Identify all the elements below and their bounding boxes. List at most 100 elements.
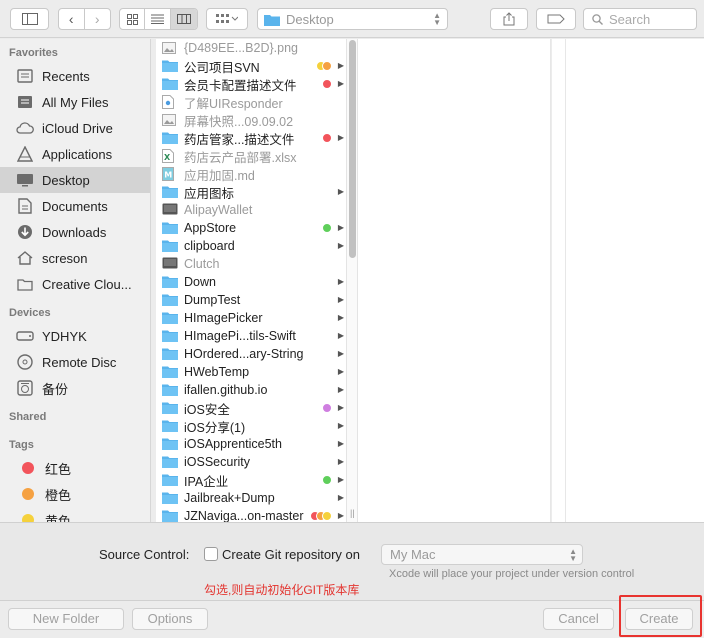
tag-color-dot [322, 475, 332, 485]
file-row[interactable]: iOSApprentice5th ▶ [156, 435, 346, 453]
list-view-button[interactable] [145, 9, 171, 29]
file-name: HWebTemp [184, 365, 250, 379]
file-row[interactable]: IPA企业 ▶ [156, 471, 346, 489]
file-row[interactable]: 公司项目SVN ▶ [156, 57, 346, 75]
updown-chevron-icon: ▲ ▼ [569, 547, 577, 563]
scrollbar-thumb[interactable] [349, 40, 356, 258]
new-folder-button[interactable]: New Folder [8, 608, 124, 630]
disclosure-arrow-icon: ▶ [337, 475, 344, 484]
file-row[interactable]: {D489EE...B2D}.png [156, 39, 346, 57]
file-row[interactable]: HImagePi...tils-Swift ▶ [156, 327, 346, 345]
file-row[interactable]: M 应用加固.md [156, 165, 346, 183]
disclosure-arrow-icon: ▶ [337, 385, 344, 394]
sidebar-tag-label: 黄色 [45, 513, 72, 523]
file-row[interactable]: AlipayWallet [156, 201, 346, 219]
sidebar-item-devices-1[interactable]: Remote Disc [0, 349, 150, 375]
sidebar-item-label: Documents [42, 198, 108, 214]
cancel-button[interactable]: Cancel [543, 608, 614, 630]
recents-icon [16, 67, 34, 85]
file-column: {D489EE...B2D}.png 公司项目SVN ▶ 会员卡配置描述文件 ▶ 了解UI… [156, 39, 346, 522]
search-field[interactable]: Search [583, 8, 697, 30]
folder-icon [162, 509, 178, 522]
sidebar-tag-label: 橙色 [45, 487, 72, 503]
icon-view-button[interactable] [120, 9, 146, 29]
sidebar-toggle-button[interactable] [10, 8, 49, 30]
git-location-popup[interactable]: My Mac ▲ ▼ [381, 544, 583, 565]
file-name: ifallen.github.io [184, 383, 268, 397]
file-row[interactable]: ifallen.github.io ▶ [156, 381, 346, 399]
file-row[interactable]: Clutch [156, 255, 346, 273]
sidebar-item-label: 备份 [42, 381, 69, 397]
source-control-hint: Xcode will place your project under vers… [389, 568, 635, 580]
file-name: 屏幕快照...09.09.02 [184, 114, 294, 129]
file-row[interactable]: clipboard ▶ [156, 237, 346, 255]
sidebar-item-favorites-3[interactable]: Applications [0, 141, 150, 167]
folder-icon [162, 185, 178, 199]
chevron-right-icon: › [94, 11, 100, 27]
folder-icon [162, 59, 178, 73]
column-view-button[interactable] [170, 9, 197, 29]
arrange-button[interactable] [206, 8, 248, 30]
file-row[interactable]: X 药店云产品部署.xlsx [156, 147, 346, 165]
sidebar-item-favorites-5[interactable]: Documents [0, 193, 150, 219]
folder-icon [162, 221, 178, 235]
sidebar-tag-0[interactable]: 红色 [0, 455, 150, 481]
file-row[interactable]: iOSSecurity ▶ [156, 453, 346, 471]
sidebar-item-devices-0[interactable]: YDHYK [0, 323, 150, 349]
folder-icon [162, 365, 178, 379]
tags-list: 红色橙色黄色 [0, 455, 150, 522]
disclosure-arrow-icon: ▶ [337, 439, 344, 448]
file-row[interactable]: HImagePicker ▶ [156, 309, 346, 327]
sidebar-item-favorites-6[interactable]: Downloads [0, 219, 150, 245]
file-row[interactable]: HWebTemp ▶ [156, 363, 346, 381]
tag-button[interactable] [536, 8, 576, 30]
file-row[interactable]: HOrdered...ary-String ▶ [156, 345, 346, 363]
sidebar-item-favorites-1[interactable]: All My Files [0, 89, 150, 115]
columns-icon [176, 14, 191, 24]
tag-color-dot [22, 462, 34, 474]
file-name: {D489EE...B2D}.png [184, 41, 298, 55]
file-row[interactable]: 应用图标 ▶ [156, 183, 346, 201]
sidebar-tag-2[interactable]: 黄色 [0, 507, 150, 522]
file-row[interactable]: 会员卡配置描述文件 ▶ [156, 75, 346, 93]
back-button[interactable]: ‹ [59, 9, 85, 29]
sidebar-item-favorites-8[interactable]: Creative Clou... [0, 271, 150, 297]
sidebar-item-favorites-2[interactable]: iCloud Drive [0, 115, 150, 141]
forward-button[interactable]: › [85, 9, 110, 29]
file-name: Clutch [184, 257, 220, 271]
file-row[interactable]: JZNaviga...on-master ▶ [156, 507, 346, 522]
favorites-list: Recents All My Files iCloud Drive Applicati… [0, 63, 150, 297]
sidebar-item-favorites-0[interactable]: Recents [0, 63, 150, 89]
column-resize-grip[interactable]: || [350, 508, 355, 518]
location-popup[interactable]: Desktop ▲ ▼ [257, 8, 448, 30]
chevron-left-icon: ‹ [68, 11, 74, 27]
file-row[interactable]: iOS分享(1) ▶ [156, 417, 346, 435]
file-name: Jailbreak+Dump [184, 491, 275, 505]
empty-column-2 [358, 39, 551, 522]
folder-icon [162, 77, 178, 91]
options-button[interactable]: Options [132, 608, 208, 630]
share-button[interactable] [490, 8, 528, 30]
sidebar-tag-1[interactable]: 橙色 [0, 481, 150, 507]
file-row[interactable]: DumpTest ▶ [156, 291, 346, 309]
disclosure-arrow-icon: ▶ [337, 277, 344, 286]
disclosure-arrow-icon: ▶ [337, 241, 344, 250]
tag-color-dot [322, 403, 332, 413]
sidebar-item-favorites-4[interactable]: Desktop [0, 167, 150, 193]
file-column-scrollbar[interactable] [346, 39, 358, 522]
file-row[interactable]: iOS安全 ▶ [156, 399, 346, 417]
create-git-label[interactable]: Create Git repository on [222, 547, 360, 562]
section-shared: Shared [9, 411, 47, 423]
section-tags: Tags [9, 439, 34, 451]
file-row[interactable]: Jailbreak+Dump ▶ [156, 489, 346, 507]
folder-icon [162, 347, 178, 361]
sidebar-item-devices-2[interactable]: 备份 [0, 375, 150, 401]
file-row[interactable]: Down ▶ [156, 273, 346, 291]
sidebar: Favorites Recents All My Files iCloud Driv… [0, 39, 151, 522]
file-row[interactable]: AppStore ▶ [156, 219, 346, 237]
sidebar-item-favorites-7[interactable]: screson [0, 245, 150, 271]
file-row[interactable]: 了解UIResponder [156, 93, 346, 111]
file-row[interactable]: 药店管家...描述文件 ▶ [156, 129, 346, 147]
file-row[interactable]: 屏幕快照...09.09.02 [156, 111, 346, 129]
create-git-checkbox[interactable] [204, 547, 218, 561]
